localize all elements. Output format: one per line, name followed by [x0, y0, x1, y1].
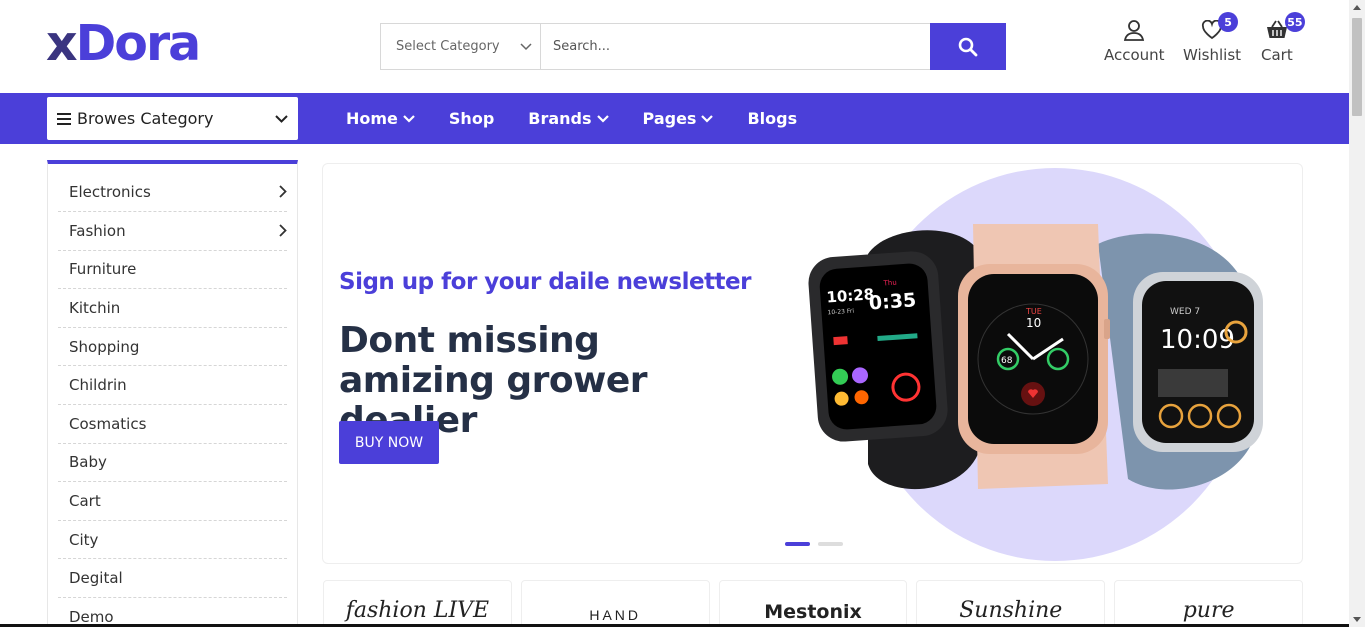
- smartwatches-image: WED 7 10:09 10:28 0:35 Thu 10-23 Fri TUE…: [808, 224, 1263, 490]
- watch3-day: WED 7: [1170, 307, 1200, 317]
- sidebar-item-label: Electronics: [69, 182, 151, 201]
- hamburger-icon: [57, 112, 71, 125]
- watch1-time2: 0:35: [868, 289, 917, 314]
- watch2-date: 10: [1026, 316, 1041, 330]
- wishlist-count-badge: 5: [1218, 12, 1239, 32]
- brand-card[interactable]: fashion LIVE: [323, 580, 512, 627]
- chevron-down-icon: [596, 114, 609, 123]
- chevron-right-icon: [279, 185, 287, 198]
- sidebar-item-childrin[interactable]: Childrin: [58, 366, 287, 405]
- nav-brands-label: Brands: [528, 109, 592, 128]
- slider-pagination: [785, 542, 843, 546]
- main-navbar: Browes Category Home Shop Brands Pages B…: [0, 93, 1349, 144]
- buy-now-button[interactable]: BUY NOW: [339, 421, 439, 464]
- sidebar-item-label: Fashion: [69, 221, 126, 240]
- sidebar-item-label: Shopping: [69, 337, 140, 356]
- chevron-down-icon: [275, 114, 288, 123]
- sidebar-item-label: Childrin: [69, 376, 127, 395]
- sidebar-item-baby[interactable]: Baby: [58, 444, 287, 483]
- scroll-up-arrow-icon[interactable]: [1353, 5, 1361, 10]
- brand-card[interactable]: pure: [1114, 580, 1303, 627]
- brand-card[interactable]: HAND: [520, 580, 710, 627]
- nav-menu: Home Shop Brands Pages Blogs: [346, 93, 831, 144]
- user-icon: [1121, 18, 1147, 42]
- header: xDora Select Category Account 5 Wishlist: [0, 0, 1349, 93]
- heart-icon: 5: [1199, 12, 1239, 42]
- browse-category-label: Browes Category: [77, 109, 214, 128]
- sidebar-item-shopping[interactable]: Shopping: [58, 328, 287, 367]
- nav-blogs-label: Blogs: [747, 109, 798, 128]
- sidebar-item-label: Degital: [69, 569, 123, 588]
- sidebar-item-label: City: [69, 530, 99, 549]
- chevron-right-icon: [279, 224, 287, 237]
- nav-blogs[interactable]: Blogs: [747, 109, 797, 128]
- wishlist-label: Wishlist: [1183, 46, 1242, 64]
- logo-dora: Dora: [75, 14, 202, 72]
- cart-link[interactable]: 55 Cart: [1261, 12, 1305, 64]
- watch1-day: Thu: [882, 279, 897, 288]
- nav-shop[interactable]: Shop: [449, 109, 494, 128]
- category-select-label: Select Category: [396, 39, 500, 54]
- sidebar-item-label: Baby: [69, 453, 107, 472]
- category-sidebar: Electronics Fashion Furniture Kitchin Sh…: [47, 160, 298, 627]
- sidebar-item-city[interactable]: City: [58, 521, 287, 560]
- sidebar-item-label: Cosmatics: [69, 414, 147, 433]
- nav-brands[interactable]: Brands: [528, 109, 609, 128]
- brand-logo: fashion LIVE: [345, 598, 490, 623]
- nav-home[interactable]: Home: [346, 109, 415, 128]
- cart-label: Cart: [1261, 46, 1293, 64]
- watch3-time: 10:09: [1160, 325, 1235, 355]
- scroll-down-arrow-icon[interactable]: [1353, 617, 1361, 622]
- wishlist-link[interactable]: 5 Wishlist: [1183, 12, 1242, 64]
- logo[interactable]: x Dora: [46, 14, 202, 72]
- brand-logo: pure: [1182, 598, 1235, 623]
- sidebar-item-demo[interactable]: Demo: [58, 598, 287, 627]
- logo-x: x: [46, 14, 78, 72]
- brand-logo: Sunshine: [959, 598, 1063, 623]
- chevron-down-icon: [520, 42, 532, 50]
- sidebar-item-label: Furniture: [69, 260, 137, 279]
- nav-pages-label: Pages: [642, 109, 697, 128]
- page-scrollbar[interactable]: [1349, 0, 1365, 627]
- sidebar-item-label: Kitchin: [69, 298, 121, 317]
- chevron-down-icon: [403, 114, 415, 123]
- nav-shop-label: Shop: [448, 109, 495, 128]
- brand-row: fashion LIVE HAND Mestonix Sunshine pure: [323, 580, 1303, 627]
- brand-card[interactable]: Mestonix: [718, 580, 908, 627]
- nav-home-label: Home: [346, 109, 398, 128]
- account-label: Account: [1104, 46, 1165, 64]
- sidebar-item-degital[interactable]: Degital: [58, 559, 287, 598]
- sidebar-item-furniture[interactable]: Furniture: [58, 251, 287, 290]
- cart-count-badge: 55: [1284, 12, 1305, 32]
- category-select[interactable]: Select Category: [381, 24, 541, 69]
- sidebar-item-label: Cart: [69, 491, 101, 510]
- browse-category-button[interactable]: Browes Category: [47, 97, 298, 140]
- watch2-ring: 68: [1001, 356, 1013, 366]
- watch2-day: TUE: [1025, 307, 1042, 316]
- page: xDora Select Category Account 5 Wishlist: [0, 0, 1365, 627]
- slider-dot[interactable]: [818, 542, 843, 546]
- sidebar-item-fashion[interactable]: Fashion: [58, 212, 287, 251]
- brand-logo: Mestonix: [764, 601, 862, 623]
- slider-dot-active[interactable]: [785, 542, 810, 546]
- search-button[interactable]: [930, 23, 1006, 70]
- chevron-down-icon: [701, 114, 714, 123]
- nav-pages[interactable]: Pages: [643, 109, 714, 128]
- account-link[interactable]: Account: [1104, 18, 1165, 64]
- search-bar: Select Category: [380, 23, 1006, 70]
- basket-icon: 55: [1264, 12, 1305, 42]
- brand-card[interactable]: Sunshine: [916, 580, 1106, 627]
- sidebar-item-kitchin[interactable]: Kitchin: [58, 289, 287, 328]
- sidebar-item-cart[interactable]: Cart: [58, 482, 287, 521]
- search-icon: [958, 37, 978, 56]
- watch1-time: 10:28: [826, 285, 875, 306]
- sidebar-item-cosmatics[interactable]: Cosmatics: [58, 405, 287, 444]
- search-input[interactable]: [541, 24, 930, 69]
- hero-subtitle: Sign up for your daile newsletter: [339, 269, 752, 295]
- sidebar-item-electronics[interactable]: Electronics: [58, 164, 287, 212]
- brand-logo: HAND: [589, 607, 642, 623]
- scrollbar-thumb[interactable]: [1352, 18, 1362, 116]
- hero-banner: Sign up for your daile newsletter Dont m…: [322, 163, 1303, 564]
